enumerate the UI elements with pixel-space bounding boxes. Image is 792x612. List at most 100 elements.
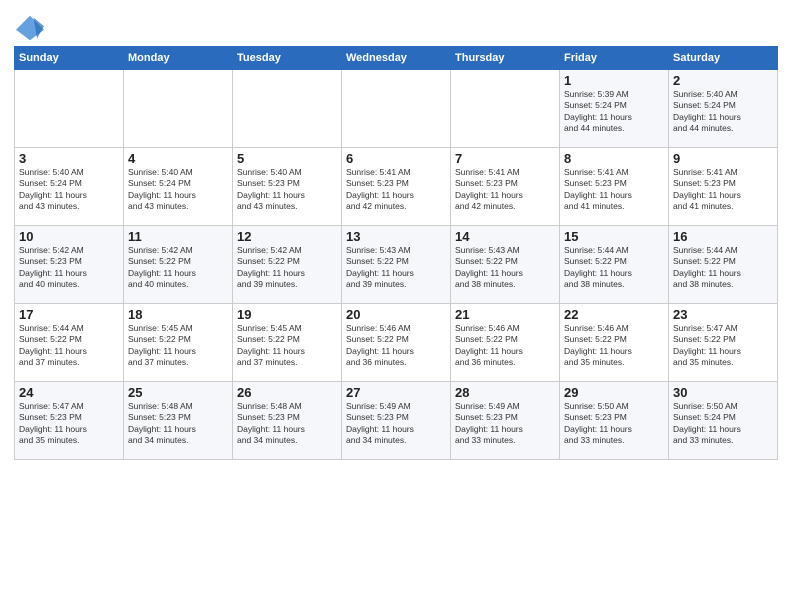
day-detail: Sunrise: 5:47 AM Sunset: 5:23 PM Dayligh… xyxy=(19,401,119,447)
day-detail: Sunrise: 5:49 AM Sunset: 5:23 PM Dayligh… xyxy=(455,401,555,447)
calendar-cell: 20Sunrise: 5:46 AM Sunset: 5:22 PM Dayli… xyxy=(342,304,451,382)
calendar-cell: 11Sunrise: 5:42 AM Sunset: 5:22 PM Dayli… xyxy=(124,226,233,304)
day-detail: Sunrise: 5:40 AM Sunset: 5:23 PM Dayligh… xyxy=(237,167,337,213)
calendar-cell: 17Sunrise: 5:44 AM Sunset: 5:22 PM Dayli… xyxy=(15,304,124,382)
day-number: 20 xyxy=(346,307,446,322)
day-detail: Sunrise: 5:45 AM Sunset: 5:22 PM Dayligh… xyxy=(128,323,228,369)
day-detail: Sunrise: 5:42 AM Sunset: 5:22 PM Dayligh… xyxy=(128,245,228,291)
calendar-cell: 22Sunrise: 5:46 AM Sunset: 5:22 PM Dayli… xyxy=(560,304,669,382)
logo-icon xyxy=(14,14,46,42)
day-detail: Sunrise: 5:39 AM Sunset: 5:24 PM Dayligh… xyxy=(564,89,664,135)
day-number: 6 xyxy=(346,151,446,166)
calendar-cell: 15Sunrise: 5:44 AM Sunset: 5:22 PM Dayli… xyxy=(560,226,669,304)
day-detail: Sunrise: 5:41 AM Sunset: 5:23 PM Dayligh… xyxy=(346,167,446,213)
day-number: 2 xyxy=(673,73,773,88)
day-header-sunday: Sunday xyxy=(15,47,124,70)
day-detail: Sunrise: 5:44 AM Sunset: 5:22 PM Dayligh… xyxy=(673,245,773,291)
day-number: 14 xyxy=(455,229,555,244)
calendar-week-1: 1Sunrise: 5:39 AM Sunset: 5:24 PM Daylig… xyxy=(15,70,778,148)
day-detail: Sunrise: 5:41 AM Sunset: 5:23 PM Dayligh… xyxy=(564,167,664,213)
day-detail: Sunrise: 5:48 AM Sunset: 5:23 PM Dayligh… xyxy=(128,401,228,447)
day-detail: Sunrise: 5:50 AM Sunset: 5:24 PM Dayligh… xyxy=(673,401,773,447)
calendar-cell xyxy=(451,70,560,148)
calendar-cell: 9Sunrise: 5:41 AM Sunset: 5:23 PM Daylig… xyxy=(669,148,778,226)
calendar-cell: 12Sunrise: 5:42 AM Sunset: 5:22 PM Dayli… xyxy=(233,226,342,304)
day-number: 19 xyxy=(237,307,337,322)
calendar-table: SundayMondayTuesdayWednesdayThursdayFrid… xyxy=(14,46,778,460)
day-number: 11 xyxy=(128,229,228,244)
day-number: 7 xyxy=(455,151,555,166)
day-number: 22 xyxy=(564,307,664,322)
day-detail: Sunrise: 5:45 AM Sunset: 5:22 PM Dayligh… xyxy=(237,323,337,369)
calendar-week-4: 17Sunrise: 5:44 AM Sunset: 5:22 PM Dayli… xyxy=(15,304,778,382)
day-detail: Sunrise: 5:42 AM Sunset: 5:22 PM Dayligh… xyxy=(237,245,337,291)
calendar-cell: 1Sunrise: 5:39 AM Sunset: 5:24 PM Daylig… xyxy=(560,70,669,148)
day-header-saturday: Saturday xyxy=(669,47,778,70)
day-detail: Sunrise: 5:46 AM Sunset: 5:22 PM Dayligh… xyxy=(346,323,446,369)
calendar-week-2: 3Sunrise: 5:40 AM Sunset: 5:24 PM Daylig… xyxy=(15,148,778,226)
day-number: 28 xyxy=(455,385,555,400)
day-number: 24 xyxy=(19,385,119,400)
day-number: 18 xyxy=(128,307,228,322)
logo xyxy=(14,14,50,42)
day-number: 13 xyxy=(346,229,446,244)
calendar-cell: 3Sunrise: 5:40 AM Sunset: 5:24 PM Daylig… xyxy=(15,148,124,226)
day-header-tuesday: Tuesday xyxy=(233,47,342,70)
day-number: 4 xyxy=(128,151,228,166)
day-detail: Sunrise: 5:46 AM Sunset: 5:22 PM Dayligh… xyxy=(564,323,664,369)
day-number: 27 xyxy=(346,385,446,400)
day-header-friday: Friday xyxy=(560,47,669,70)
day-number: 17 xyxy=(19,307,119,322)
day-number: 26 xyxy=(237,385,337,400)
day-number: 25 xyxy=(128,385,228,400)
calendar-cell: 5Sunrise: 5:40 AM Sunset: 5:23 PM Daylig… xyxy=(233,148,342,226)
day-detail: Sunrise: 5:40 AM Sunset: 5:24 PM Dayligh… xyxy=(128,167,228,213)
calendar-cell xyxy=(342,70,451,148)
day-number: 29 xyxy=(564,385,664,400)
calendar-cell xyxy=(124,70,233,148)
day-detail: Sunrise: 5:41 AM Sunset: 5:23 PM Dayligh… xyxy=(455,167,555,213)
calendar-cell: 8Sunrise: 5:41 AM Sunset: 5:23 PM Daylig… xyxy=(560,148,669,226)
calendar-cell: 14Sunrise: 5:43 AM Sunset: 5:22 PM Dayli… xyxy=(451,226,560,304)
calendar-cell: 30Sunrise: 5:50 AM Sunset: 5:24 PM Dayli… xyxy=(669,382,778,460)
day-number: 5 xyxy=(237,151,337,166)
day-detail: Sunrise: 5:46 AM Sunset: 5:22 PM Dayligh… xyxy=(455,323,555,369)
calendar-cell: 29Sunrise: 5:50 AM Sunset: 5:23 PM Dayli… xyxy=(560,382,669,460)
calendar-header-row: SundayMondayTuesdayWednesdayThursdayFrid… xyxy=(15,47,778,70)
day-detail: Sunrise: 5:40 AM Sunset: 5:24 PM Dayligh… xyxy=(19,167,119,213)
day-detail: Sunrise: 5:42 AM Sunset: 5:23 PM Dayligh… xyxy=(19,245,119,291)
day-number: 1 xyxy=(564,73,664,88)
day-number: 8 xyxy=(564,151,664,166)
day-number: 23 xyxy=(673,307,773,322)
calendar-cell: 26Sunrise: 5:48 AM Sunset: 5:23 PM Dayli… xyxy=(233,382,342,460)
page-container: SundayMondayTuesdayWednesdayThursdayFrid… xyxy=(0,0,792,468)
day-header-wednesday: Wednesday xyxy=(342,47,451,70)
day-detail: Sunrise: 5:48 AM Sunset: 5:23 PM Dayligh… xyxy=(237,401,337,447)
header xyxy=(14,10,778,42)
calendar-cell: 4Sunrise: 5:40 AM Sunset: 5:24 PM Daylig… xyxy=(124,148,233,226)
day-number: 12 xyxy=(237,229,337,244)
day-number: 21 xyxy=(455,307,555,322)
calendar-cell: 27Sunrise: 5:49 AM Sunset: 5:23 PM Dayli… xyxy=(342,382,451,460)
calendar-cell xyxy=(233,70,342,148)
calendar-cell: 18Sunrise: 5:45 AM Sunset: 5:22 PM Dayli… xyxy=(124,304,233,382)
calendar-cell: 16Sunrise: 5:44 AM Sunset: 5:22 PM Dayli… xyxy=(669,226,778,304)
day-number: 15 xyxy=(564,229,664,244)
day-detail: Sunrise: 5:40 AM Sunset: 5:24 PM Dayligh… xyxy=(673,89,773,135)
day-number: 30 xyxy=(673,385,773,400)
day-number: 3 xyxy=(19,151,119,166)
day-detail: Sunrise: 5:41 AM Sunset: 5:23 PM Dayligh… xyxy=(673,167,773,213)
day-header-monday: Monday xyxy=(124,47,233,70)
calendar-cell: 19Sunrise: 5:45 AM Sunset: 5:22 PM Dayli… xyxy=(233,304,342,382)
day-detail: Sunrise: 5:43 AM Sunset: 5:22 PM Dayligh… xyxy=(455,245,555,291)
day-detail: Sunrise: 5:44 AM Sunset: 5:22 PM Dayligh… xyxy=(19,323,119,369)
day-number: 16 xyxy=(673,229,773,244)
calendar-cell: 2Sunrise: 5:40 AM Sunset: 5:24 PM Daylig… xyxy=(669,70,778,148)
calendar-cell: 23Sunrise: 5:47 AM Sunset: 5:22 PM Dayli… xyxy=(669,304,778,382)
calendar-cell: 25Sunrise: 5:48 AM Sunset: 5:23 PM Dayli… xyxy=(124,382,233,460)
calendar-cell: 21Sunrise: 5:46 AM Sunset: 5:22 PM Dayli… xyxy=(451,304,560,382)
day-number: 10 xyxy=(19,229,119,244)
calendar-cell: 24Sunrise: 5:47 AM Sunset: 5:23 PM Dayli… xyxy=(15,382,124,460)
calendar-cell: 28Sunrise: 5:49 AM Sunset: 5:23 PM Dayli… xyxy=(451,382,560,460)
calendar-week-5: 24Sunrise: 5:47 AM Sunset: 5:23 PM Dayli… xyxy=(15,382,778,460)
